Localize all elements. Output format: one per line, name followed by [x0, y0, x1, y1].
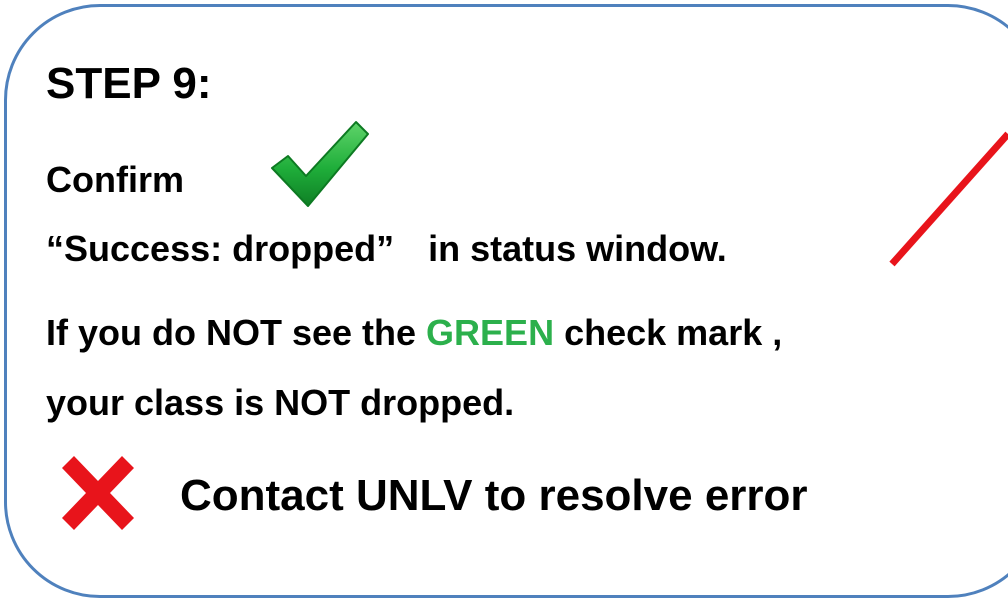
success-message-line: “Success: dropped” in status window.: [46, 231, 727, 267]
slide: STEP 9: Confirm “Success: dropped” in sta…: [0, 0, 1008, 604]
success-quote: “Success: dropped”: [46, 228, 395, 269]
contact-message: Contact UNLV to resolve error: [180, 471, 808, 520]
red-slash-line: [889, 131, 1008, 267]
warning-line-2: your class is NOT dropped.: [46, 382, 515, 423]
success-suffix: in status window.: [428, 228, 727, 269]
step-title: STEP 9:: [46, 59, 212, 108]
warning-text-start: If you do NOT see the: [46, 312, 427, 353]
warning-text-end: check mark ,: [554, 312, 783, 353]
confirm-label: Confirm: [46, 159, 184, 200]
red-x-icon: [62, 456, 134, 530]
green-highlight-word: GREEN: [426, 312, 555, 353]
warning-line-1: If you do NOT see the GREEN check mark ,: [46, 315, 782, 351]
green-check-mark-icon: [271, 121, 369, 207]
